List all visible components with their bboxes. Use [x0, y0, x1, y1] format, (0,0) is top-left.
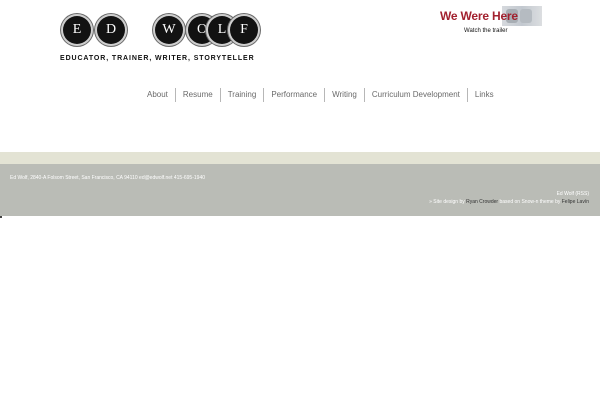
designer-link[interactable]: Ryan Crowder: [466, 199, 498, 205]
nav-item-curriculum-development[interactable]: Curriculum Development: [363, 88, 467, 102]
logo-key: D: [97, 16, 125, 44]
footer-credits: Ed Wolf (RSS) » Site design by Ryan Crow…: [429, 190, 589, 206]
nav-item-performance[interactable]: Performance: [263, 88, 324, 102]
logo-key: E: [63, 16, 91, 44]
face-image: [520, 9, 532, 23]
main-nav: About Resume Training Performance Writin…: [140, 88, 501, 102]
nav-item-resume[interactable]: Resume: [174, 88, 220, 102]
site-tagline: EDUCATOR, TRAINER, WRITER, STORYTELLER: [60, 55, 255, 62]
watch-trailer-link[interactable]: Watch the trailer: [464, 28, 507, 34]
logo-key: F: [230, 16, 258, 44]
trailer-banner[interactable]: We Were Here Watch the trailer: [440, 6, 542, 36]
design-prefix: » Site design by: [429, 199, 465, 205]
nav-item-training[interactable]: Training: [219, 88, 264, 102]
footer-top-band: [0, 152, 600, 164]
contact-address: Ed Wolf, 2840-A Folsom Street, San Franc…: [10, 175, 206, 181]
theme-author-link[interactable]: Felipe Lavín: [562, 199, 589, 205]
site-header: E D W O L F EDUCATOR, TRAINER, WRITER, S…: [0, 0, 600, 150]
nav-item-writing[interactable]: Writing: [324, 88, 364, 102]
site-footer: Ed Wolf, 2840-A Folsom Street, San Franc…: [0, 164, 600, 216]
rss-link[interactable]: Ed Wolf (RSS): [429, 190, 589, 198]
nav-item-links[interactable]: Links: [466, 88, 501, 102]
logo-key: W: [155, 16, 183, 44]
nav-item-about[interactable]: About: [140, 88, 175, 102]
page-marker: [0, 216, 2, 218]
design-credit: » Site design by Ryan Crowder based on S…: [429, 198, 589, 206]
based-on-text: based on Snow-n theme by: [499, 199, 561, 205]
trailer-title: We Were Here: [440, 9, 518, 23]
